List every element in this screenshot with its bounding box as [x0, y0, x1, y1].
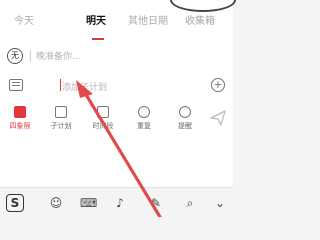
- subtask-input-row[interactable]: 添加子计划 +: [0, 74, 233, 98]
- send-icon[interactable]: [210, 110, 226, 126]
- plan-editor: 今天 明天 其他日期 收集箱 无 晚准备你... 添加子计划 + 四象限 子计划…: [0, 0, 236, 217]
- reminder-button[interactable]: 提醒: [168, 104, 202, 131]
- quadrant-label: 四象限: [9, 122, 31, 130]
- tab-today[interactable]: 今天: [14, 8, 34, 36]
- quadrant-button[interactable]: 四象限: [3, 104, 37, 131]
- repeat-icon: [138, 106, 150, 118]
- text-cursor: [60, 79, 61, 91]
- subplan-label: 子计划: [50, 122, 72, 130]
- alarm-icon: [179, 106, 191, 118]
- divider: [30, 50, 31, 62]
- tab-inbox[interactable]: 收集箱: [185, 8, 215, 36]
- keyboard-icon[interactable]: ⌨: [80, 195, 97, 211]
- action-bar: 四象限 子计划 时间段 重复 提醒: [0, 104, 233, 138]
- task-input-row[interactable]: 无 晚准备你...: [0, 44, 233, 68]
- calendar-icon: [97, 106, 109, 118]
- active-tab-indicator: [92, 38, 104, 40]
- repeat-label: 重复: [137, 122, 151, 130]
- subplan-button[interactable]: 子计划: [44, 104, 78, 131]
- subplan-icon: [55, 106, 67, 118]
- date-tabs: 今天 明天 其他日期 收集箱: [0, 8, 233, 40]
- quadrant-icon: [14, 106, 26, 118]
- microphone-icon[interactable]: ♪: [112, 195, 128, 211]
- tab-tomorrow[interactable]: 明天: [86, 8, 106, 36]
- reminder-label: 提醒: [178, 122, 192, 130]
- search-icon[interactable]: ⌕: [182, 195, 198, 211]
- add-subtask-icon[interactable]: +: [211, 78, 225, 92]
- tab-other-dates[interactable]: 其他日期: [128, 8, 168, 36]
- collapse-icon[interactable]: ⌄: [212, 195, 228, 211]
- time-slot-button[interactable]: 时间段: [86, 104, 120, 131]
- keyboard-toolbar: S ☺ ⌨ ♪ ✎ ⌕ ⌄: [0, 187, 233, 217]
- time-slot-label: 时间段: [92, 122, 114, 130]
- priority-avatar[interactable]: 无: [7, 48, 23, 64]
- emoji-icon[interactable]: ☺: [48, 195, 64, 211]
- task-input[interactable]: 晚准备你...: [36, 49, 81, 62]
- list-icon: [9, 79, 23, 91]
- repeat-button[interactable]: 重复: [127, 104, 161, 131]
- subtask-input[interactable]: 添加子计划: [62, 80, 107, 93]
- sogou-icon[interactable]: S: [6, 194, 24, 212]
- edit-icon[interactable]: ✎: [148, 195, 164, 211]
